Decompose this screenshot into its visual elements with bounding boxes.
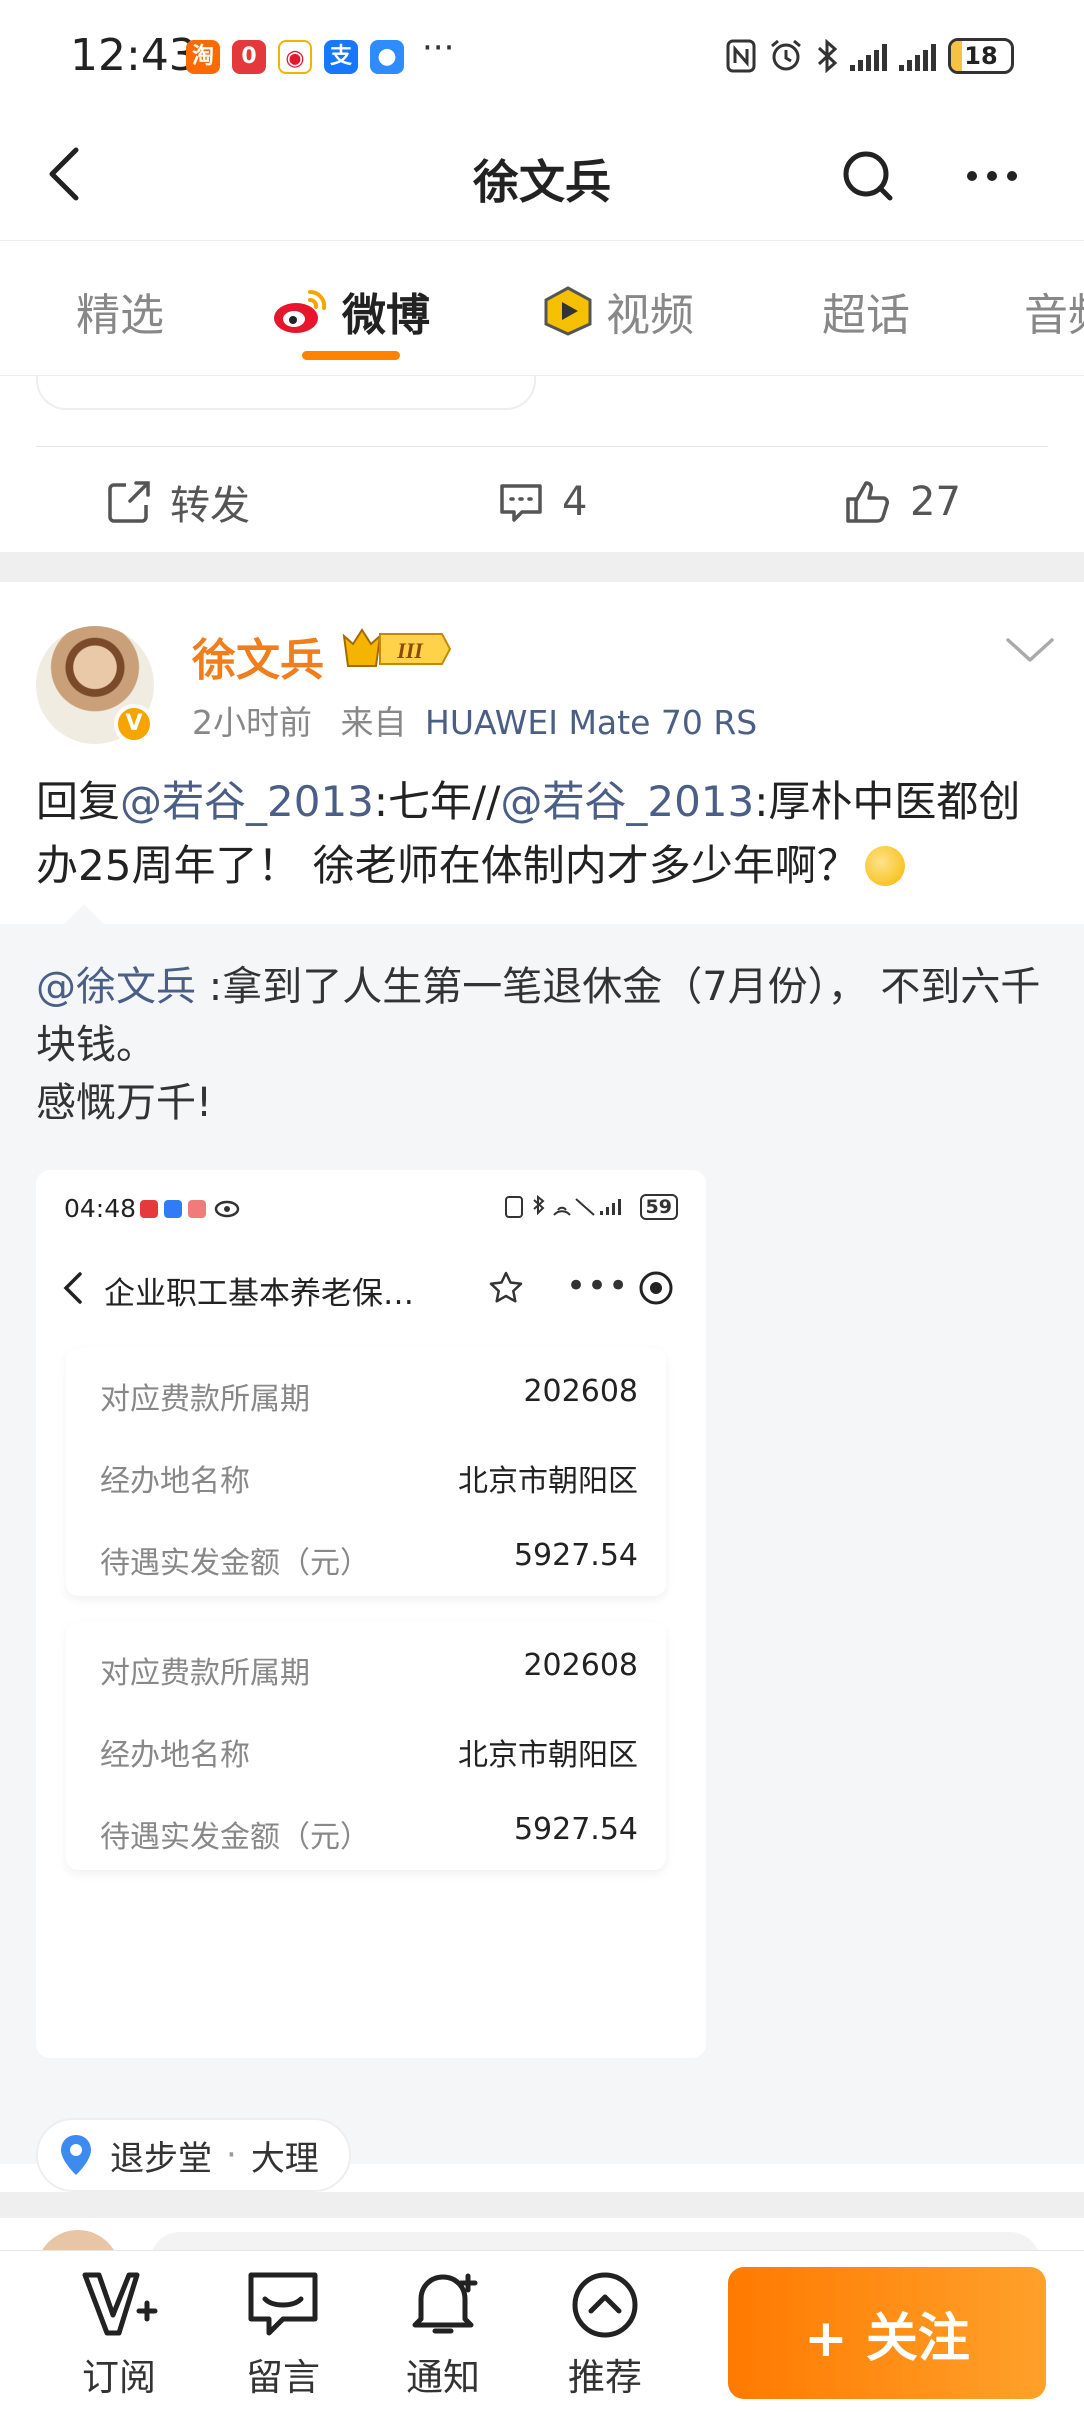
message-icon: [248, 2272, 318, 2336]
embedded-title-bar: 企业职工基本养老保… •••: [36, 1256, 706, 1320]
notify-button[interactable]: 通知: [388, 2269, 498, 2401]
subscribe-button[interactable]: 订阅: [64, 2269, 174, 2401]
back-icon: [63, 1272, 82, 1304]
embedded-title: 企业职工基本养老保…: [104, 1276, 414, 1312]
card-row: 待遇实发金额（元） 5927.54: [100, 1538, 638, 1581]
comment-icon: [500, 484, 542, 522]
quoted-post[interactable]: @徐文兵 :拿到了人生第一笔退休金（7月份）， 不到六千块钱。 感慨万千! 04…: [0, 904, 1084, 2192]
active-tab-indicator: [302, 351, 400, 360]
tab-super-topic[interactable]: 超话: [822, 279, 910, 343]
post-author[interactable]: 徐文兵: [192, 624, 324, 688]
verified-badge-icon: V: [114, 704, 154, 744]
previous-post-tag: [36, 376, 536, 410]
taobao-icon: 淘: [186, 40, 220, 74]
app-icon: [140, 1200, 158, 1218]
card-row: 待遇实发金额（元） 5927.54: [100, 1812, 638, 1855]
status-more: ···: [422, 28, 455, 68]
bell-icon: [412, 2273, 478, 2334]
signal-icon: [850, 41, 887, 71]
star-icon: [489, 1271, 523, 1303]
search-icon[interactable]: [838, 146, 898, 206]
recommend-icon: [572, 2272, 638, 2338]
tab-featured[interactable]: 精选: [76, 279, 164, 343]
status-bar: 12:43 淘 0 ◉ 支 ● ··· 18: [0, 0, 1084, 110]
app-icon: [164, 1200, 182, 1218]
repost-button[interactable]: 转发: [106, 472, 250, 532]
page-title: 徐文兵: [473, 155, 611, 209]
nfc-icon: [726, 39, 756, 73]
app-icon: [188, 1200, 206, 1218]
tab-weibo[interactable]: 微博: [270, 279, 430, 343]
like-button[interactable]: 27: [844, 472, 961, 532]
recommend-button[interactable]: 推荐: [550, 2269, 660, 2401]
svg-text:III: III: [396, 638, 424, 663]
more-icon: •••: [566, 1266, 630, 1306]
video-icon: [544, 286, 592, 336]
message-app-icon: ●: [370, 40, 404, 74]
tab-video[interactable]: 视频: [542, 279, 694, 343]
payment-card: 对应费款所属期 202608 经办地名称 北京市朝阳区 待遇实发金额（元） 5927.…: [66, 1622, 666, 1870]
like-icon: [846, 481, 889, 523]
location-chip[interactable]: 退步堂 · 大理: [36, 2118, 351, 2192]
bluetooth-icon: [817, 39, 838, 73]
embedded-screenshot[interactable]: 04:48 59 企业职工基本养老保… ••• 对应费款所属期 202608 经办…: [36, 1170, 706, 2058]
post-meta: 2小时前 来自 HUAWEI Mate 70 RS: [192, 696, 757, 744]
profile-tabs: 精选 微博 视频 超话 音频: [0, 240, 1084, 376]
post-card: V 徐文兵 III 2小时前 来自 HUAWEI Mate 70 RS 回复@若…: [0, 582, 1084, 2192]
card-row: 经办地名称 北京市朝阳区: [100, 1464, 638, 1499]
eye-icon: [214, 1200, 240, 1218]
battery-icon: 18: [948, 38, 1014, 74]
quoted-text: @徐文兵 :拿到了人生第一笔退休金（7月份）， 不到六千块钱。 感慨万千!: [36, 964, 1041, 1126]
mention-link[interactable]: @若谷_2013: [500, 777, 754, 826]
weibo-logo-icon: [274, 289, 327, 333]
alarm-icon: [771, 39, 801, 71]
source-prefix: 来自: [340, 703, 407, 742]
mention-link[interactable]: @若谷_2013: [120, 777, 374, 826]
bottom-bar: 订阅 留言 通知 推荐 + 关注: [0, 2250, 1084, 2412]
subscribe-icon: [82, 2272, 158, 2336]
target-icon: [639, 1271, 673, 1305]
card-row: 对应费款所属期 202608: [100, 1374, 638, 1417]
vip-badge-icon[interactable]: III: [340, 626, 452, 672]
status-icons: [504, 1195, 621, 1219]
location-pin-icon: [61, 2135, 91, 2175]
status-time: 12:43: [70, 30, 197, 81]
message-button[interactable]: 留言: [228, 2269, 338, 2401]
more-icon[interactable]: [960, 146, 1024, 206]
jd-icon: 0: [232, 40, 266, 74]
repost-icon: [108, 481, 150, 523]
card-row: 对应费款所属期 202608: [100, 1648, 638, 1691]
battery-icon: 59: [639, 1194, 678, 1220]
post-source[interactable]: HUAWEI Mate 70 RS: [425, 703, 757, 742]
thinking-emoji-icon: [864, 846, 905, 886]
previous-post-actions: 转发 4 27: [0, 376, 1084, 552]
weibo-app-icon: ◉: [278, 40, 312, 74]
tab-audio[interactable]: 音频: [1024, 279, 1084, 343]
payment-card: 对应费款所属期 202608 经办地名称 北京市朝阳区 待遇实发金额（元） 5927.…: [66, 1348, 666, 1596]
comment-button[interactable]: 4: [498, 472, 587, 532]
post-time: 2小时前: [192, 703, 312, 742]
card-row: 经办地名称 北京市朝阳区: [100, 1738, 638, 1773]
signal-icon-2: [899, 41, 936, 71]
top-nav: 徐文兵: [0, 110, 1084, 240]
mention-link[interactable]: @徐文兵: [36, 964, 196, 1010]
follow-button[interactable]: + 关注: [728, 2267, 1046, 2399]
chevron-down-icon[interactable]: [1000, 630, 1060, 670]
alipay-icon: 支: [324, 40, 358, 74]
post-text: 回复@若谷_2013:七年//@若谷_2013:厚朴中医都创办25周年了！ 徐老…: [36, 777, 1021, 890]
